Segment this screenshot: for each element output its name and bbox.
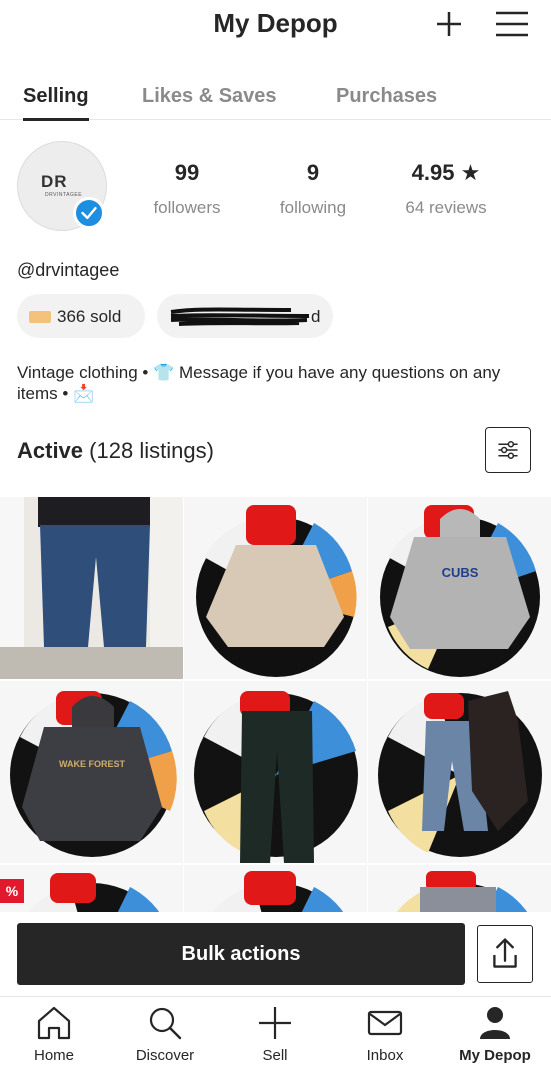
- nav-home[interactable]: Home: [4, 1005, 104, 1064]
- price-tag-icon: [29, 311, 51, 323]
- add-listing-icon[interactable]: [433, 8, 465, 40]
- followers-stat[interactable]: 99 followers: [142, 160, 232, 218]
- rug-photo-icon: [0, 865, 183, 912]
- reviews-stat[interactable]: 4.95 ★ 64 reviews: [390, 160, 502, 218]
- followers-label: followers: [153, 198, 221, 217]
- bottom-nav: Home Discover Sell Inbox My Depop: [0, 996, 551, 1080]
- listings-heading: Active (128 listings): [17, 438, 214, 464]
- wake-forest-hoodie-photo-icon: WAKE FOREST: [0, 681, 183, 863]
- followers-count: 99: [174, 160, 200, 185]
- nav-discover-label: Discover: [135, 1047, 195, 1064]
- filter-sliders-icon[interactable]: [485, 427, 531, 473]
- following-count: 9: [306, 160, 320, 185]
- sale-badge: %: [0, 879, 24, 903]
- nav-sell[interactable]: Sell: [225, 1005, 325, 1064]
- envelope-icon: [367, 1010, 403, 1036]
- listing-tile-hoodie-and-jeans[interactable]: [368, 681, 551, 863]
- listing-tile-cubs-hoodie[interactable]: CUBS: [368, 497, 551, 679]
- home-icon: [37, 1006, 71, 1040]
- profile-bio: Vintage clothing • 👕 Message if you have…: [17, 363, 501, 403]
- share-icon[interactable]: [477, 925, 533, 983]
- black-pants-photo-icon: [184, 681, 367, 863]
- reviews-label: 64 reviews: [405, 198, 487, 217]
- person-icon: [480, 1007, 510, 1039]
- tab-selling[interactable]: Selling: [23, 85, 89, 121]
- page-title: My Depop: [213, 8, 338, 38]
- tab-likes-saves[interactable]: Likes & Saves: [142, 85, 277, 108]
- nav-inbox[interactable]: Inbox: [335, 1005, 435, 1064]
- avatar-logo-subtext: DRVINTAGEE: [45, 192, 83, 198]
- nav-inbox-label: Inbox: [366, 1047, 404, 1064]
- jeans-on-rug-photo-icon: [368, 865, 551, 912]
- cubs-print: CUBS: [442, 565, 479, 580]
- rating-value: 4.95 ★: [411, 160, 481, 185]
- nav-discover[interactable]: Discover: [115, 1005, 215, 1064]
- listing-tile-row3-middle[interactable]: [184, 865, 367, 912]
- sold-count-text: 366 sold: [57, 307, 122, 326]
- username: @drvintagee: [17, 260, 120, 280]
- wake-forest-print: WAKE FOREST: [59, 759, 126, 769]
- listing-tile-row3-right[interactable]: [368, 865, 551, 912]
- redacted-pill-tail: d: [311, 307, 321, 326]
- listing-tile-wake-forest-hoodie[interactable]: WAKE FOREST: [0, 681, 183, 863]
- hoodie-and-jeans-photo-icon: [368, 681, 551, 863]
- redacted-pill: d: [157, 294, 333, 338]
- profile-tabs: Selling Likes & Saves Purchases: [0, 78, 551, 121]
- rug-photo-icon: [184, 865, 367, 912]
- nav-my-depop-label: My Depop: [459, 1047, 531, 1064]
- avatar-logo-text: DR: [41, 172, 68, 191]
- search-icon: [149, 1007, 182, 1040]
- jeans-photo-icon: [0, 497, 183, 679]
- hamburger-menu-icon[interactable]: [494, 8, 530, 40]
- following-label: following: [279, 198, 347, 217]
- tab-purchases[interactable]: Purchases: [336, 85, 437, 108]
- plus-icon: [259, 1007, 291, 1039]
- nav-my-depop[interactable]: My Depop: [445, 1005, 545, 1064]
- nav-sell-label: Sell: [262, 1047, 288, 1064]
- jacket-photo-icon: [184, 497, 367, 679]
- following-stat[interactable]: 9 following: [266, 160, 360, 218]
- bulk-actions-button[interactable]: Bulk actions: [17, 923, 465, 985]
- verified-badge-icon: [73, 197, 105, 229]
- listing-tile-jacket[interactable]: [184, 497, 367, 679]
- cubs-hoodie-photo-icon: CUBS: [368, 497, 551, 679]
- redaction-scribble: [170, 307, 310, 326]
- sold-count-pill: 366 sold: [17, 294, 145, 338]
- listing-tile-jeans[interactable]: [0, 497, 183, 679]
- listings-heading-active: Active: [17, 438, 84, 463]
- nav-home-label: Home: [33, 1047, 74, 1064]
- top-bar: My Depop: [0, 0, 551, 56]
- listing-tile-row3-left[interactable]: [0, 865, 183, 912]
- listing-tile-black-pants[interactable]: [184, 681, 367, 863]
- listings-grid: CUBS WAKE FOREST: [0, 497, 551, 912]
- listings-count: (128 listings): [89, 438, 214, 463]
